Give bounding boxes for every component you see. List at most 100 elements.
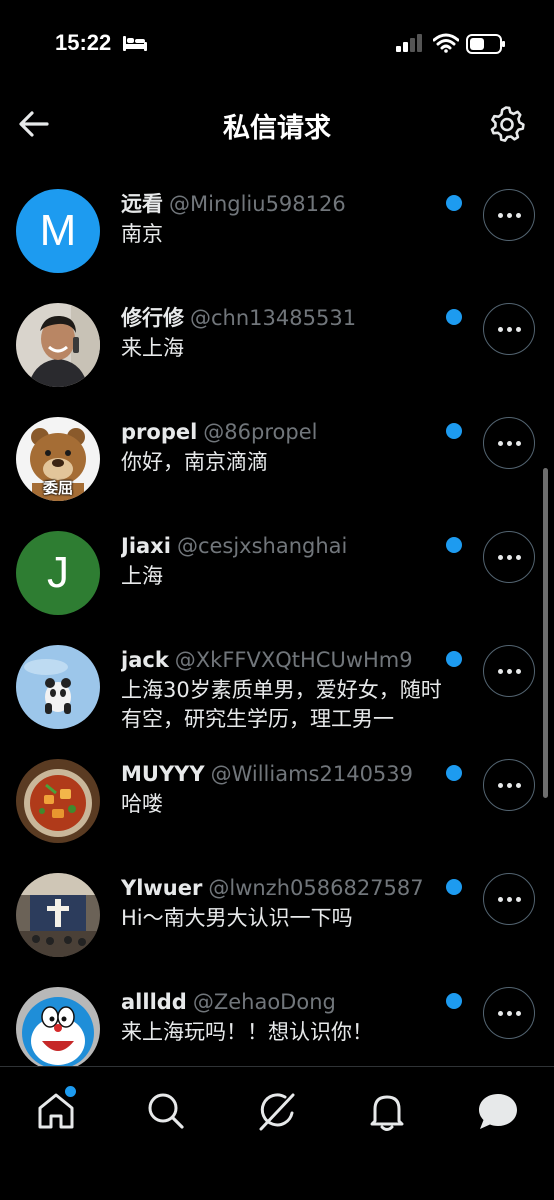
sender-handle: @ZehaoDong (192, 990, 336, 1014)
sender-name: jack (121, 648, 169, 672)
sender-line: allldd @ZehaoDong (121, 988, 441, 1016)
more-options-button[interactable] (483, 417, 535, 469)
sender-line: Ylwuer @lwnzh0586827587 (121, 874, 441, 902)
message-request-row[interactable]: 修行修 @chn13485531 来上海 (0, 289, 554, 403)
message-preview: 南京 (121, 222, 163, 246)
message-preview: Hi～南大男大认识一下吗 (121, 906, 353, 930)
more-options-button[interactable] (483, 645, 535, 697)
more-dot (506, 440, 512, 446)
message-request-row[interactable]: 委屈 propel @86propel 你好，南京滴滴 (0, 403, 554, 517)
home-indicator (187, 1179, 367, 1185)
cellular-signal-icon (396, 34, 424, 56)
sender-handle: @Williams2140539 (210, 762, 414, 786)
sender-line: Jiaxi @cesjxshanghai (121, 532, 441, 560)
person-photo-avatar (16, 303, 100, 387)
message-request-list: M 远看@Mingliu598126 南京 修行修@chn13485531 (0, 175, 554, 1087)
panda-sky-avatar (16, 645, 100, 729)
avatar-letter: M (39, 206, 77, 255)
message-preview: 上海 (121, 564, 163, 588)
avatar[interactable] (16, 873, 100, 957)
avatar[interactable]: M (16, 189, 100, 273)
more-dot (506, 212, 512, 218)
home-notification-badge (64, 1085, 77, 1098)
more-dot (497, 896, 503, 902)
nav-messages[interactable] (476, 1089, 520, 1133)
more-dot (497, 440, 503, 446)
more-dot (515, 782, 521, 788)
sleep-focus-icon (122, 34, 148, 56)
more-dot (497, 782, 503, 788)
more-dot (506, 1010, 512, 1016)
page-title: 私信请求 (223, 113, 331, 144)
more-dot (497, 326, 503, 332)
sender-name: propel (121, 420, 198, 444)
avatar[interactable]: J (16, 531, 100, 615)
more-dot (515, 668, 521, 674)
more-options-button[interactable] (483, 987, 535, 1039)
unread-indicator (446, 309, 462, 325)
message-preview: 上海30岁素质单男，爱好女，随时有空，研究生学历，理工男一 (121, 678, 442, 731)
sender-line: jack @XkFFVXQtHCUwHm9 (121, 646, 441, 674)
sender-handle: @XkFFVXQtHCUwHm9 (174, 648, 413, 672)
avatar[interactable] (16, 987, 100, 1071)
sender-handle: @86propel (203, 420, 318, 444)
wifi-icon (432, 33, 460, 57)
more-dot (506, 668, 512, 674)
message-preview: 来上海玩吗！！想认识你！ (121, 1020, 373, 1044)
sender-handle: @chn13485531 (190, 306, 357, 330)
more-options-button[interactable] (483, 531, 535, 583)
more-options-button[interactable] (483, 189, 535, 241)
notifications-icon (370, 1095, 404, 1131)
more-dot (515, 440, 521, 446)
more-dot (506, 326, 512, 332)
more-options-button[interactable] (483, 759, 535, 811)
church-cross-avatar (16, 873, 100, 957)
more-dot (515, 326, 521, 332)
unread-indicator (446, 879, 462, 895)
message-preview: 来上海 (121, 336, 184, 360)
status-time: 15:22 (55, 30, 112, 55)
nav-home[interactable] (34, 1085, 78, 1133)
avatar-caption: 委屈 (42, 479, 73, 497)
more-dot (497, 212, 503, 218)
nav-grok[interactable] (255, 1089, 299, 1133)
grok-icon (259, 1093, 295, 1131)
avatar[interactable] (16, 759, 100, 843)
sender-name: Ylwuer (121, 876, 203, 900)
message-request-row[interactable]: jack @XkFFVXQtHCUwHm9 上海30岁素质单男，爱好女，随时有空，… (0, 631, 554, 745)
more-dot (497, 668, 503, 674)
nav-notifications[interactable] (365, 1089, 409, 1133)
messages-icon (479, 1094, 517, 1129)
more-dot (515, 554, 521, 560)
avatar[interactable]: 委屈 (16, 417, 100, 501)
sender-name: allldd (121, 990, 187, 1014)
nav-search[interactable] (144, 1089, 188, 1133)
bottom-nav (0, 1066, 554, 1200)
settings-button[interactable] (486, 104, 526, 144)
gear-icon (490, 106, 525, 142)
sender-line: 远看 @Mingliu598126 (121, 190, 441, 218)
more-dot (515, 896, 521, 902)
avatar[interactable] (16, 645, 100, 729)
more-dot (506, 554, 512, 560)
sender-name: 远看 (121, 192, 163, 216)
scrollbar[interactable] (543, 468, 548, 798)
more-options-button[interactable] (483, 303, 535, 355)
more-options-button[interactable] (483, 873, 535, 925)
sender-line: propel @86propel (121, 418, 441, 446)
search-icon (148, 1093, 184, 1129)
message-request-row[interactable]: M 远看 @Mingliu598126 南京 (0, 175, 554, 289)
status-bar: 15:22 (0, 0, 554, 88)
message-request-row[interactable]: Ylwuer @lwnzh0586827587 Hi～南大男大认识一下吗 (0, 859, 554, 973)
message-request-row[interactable]: MUYYY @Williams2140539 哈喽 (0, 745, 554, 859)
sender-name: 修行修 (121, 306, 184, 330)
message-request-row[interactable]: J Jiaxi @cesjxshanghai 上海 (0, 517, 554, 631)
battery-icon (466, 33, 506, 59)
unread-indicator (446, 423, 462, 439)
avatar[interactable] (16, 303, 100, 387)
message-preview: 你好，南京滴滴 (121, 450, 268, 474)
unread-indicator (446, 651, 462, 667)
sender-line: 修行修 @chn13485531 (121, 304, 441, 332)
more-dot (497, 554, 503, 560)
sender-line: MUYYY @Williams2140539 (121, 760, 441, 788)
